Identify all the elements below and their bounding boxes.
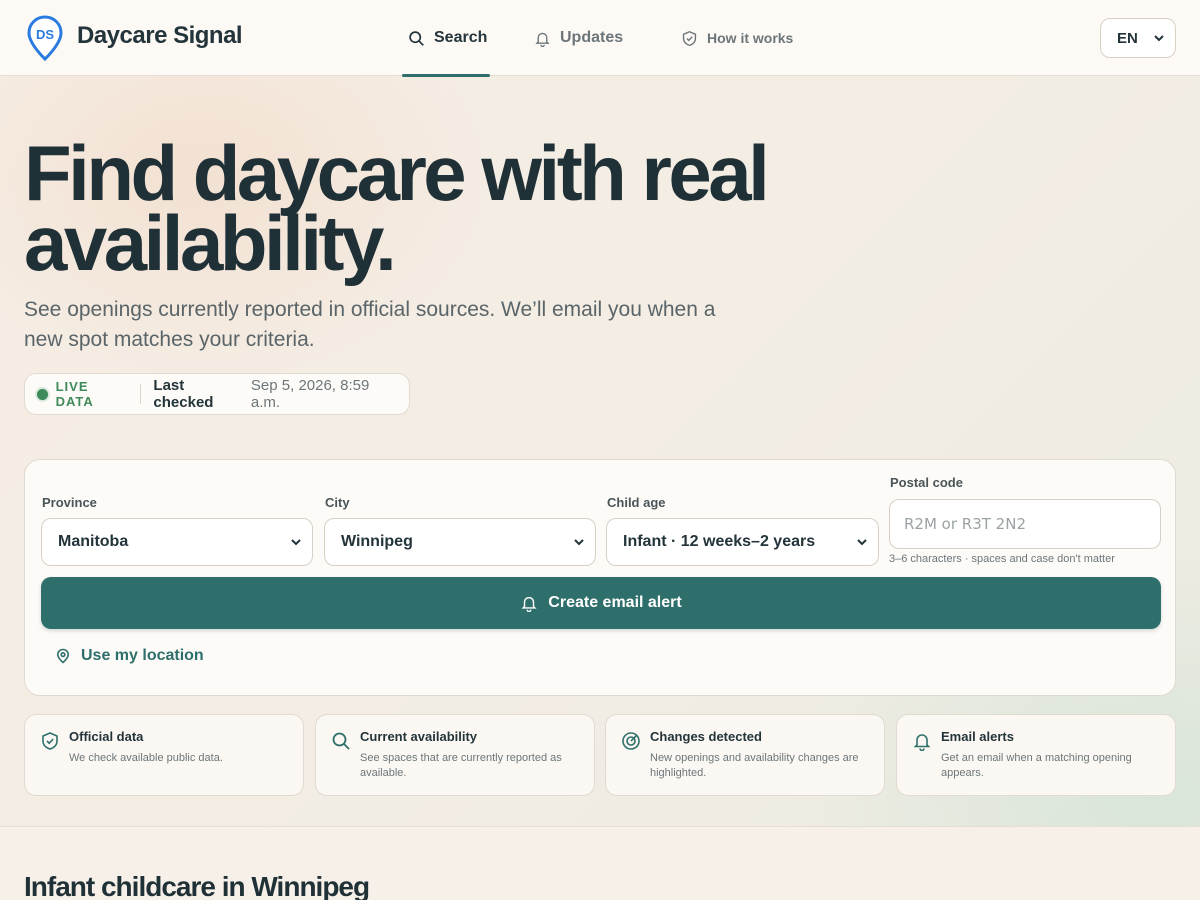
hero-subtitle: See openings currently reported in offic…: [24, 298, 716, 351]
bell-icon: [535, 32, 550, 47]
create-email-alert-button[interactable]: Create email alert: [41, 577, 1161, 629]
city-label: City: [325, 495, 350, 510]
city-value: Winnipeg: [341, 533, 413, 550]
feature-card-email-alerts: Email alerts Get an email when a matchin…: [896, 714, 1176, 796]
feature-card-current-availability: Current availability See spaces that are…: [315, 714, 595, 796]
results-title: Infant childcare in Winnipeg: [24, 871, 370, 900]
results-section: Infant childcare in Winnipeg: [0, 826, 1200, 900]
feature-title: Official data: [69, 729, 144, 744]
brand-name[interactable]: Daycare Signal: [77, 22, 243, 50]
nav-search-label: Search: [434, 29, 488, 46]
language-select[interactable]: EN: [1100, 18, 1176, 58]
hero-title: Find daycare with real availability.: [24, 134, 844, 282]
province-label: Province: [42, 495, 97, 510]
hero-title-line2: availability.: [24, 199, 397, 287]
search-icon: [409, 30, 424, 46]
language-value: EN: [1117, 29, 1138, 47]
location-pin-icon: [56, 648, 70, 664]
feature-desc: See spaces that are currently reported a…: [360, 752, 562, 779]
child-age-value: Infant · 12 weeks–2 years: [623, 533, 816, 550]
top-header: DS Daycare Signal Search Updates How it …: [0, 0, 1200, 77]
shield-check-icon: [42, 732, 58, 750]
chevron-down-icon: [574, 539, 584, 546]
feature-title: Current availability: [360, 729, 478, 744]
chevron-down-icon: [857, 539, 867, 546]
shield-check-icon: [682, 30, 697, 46]
live-status-badge: LIVE DATA Last checked Sep 5, 2026, 8:59…: [24, 373, 410, 415]
use-my-location-button[interactable]: Use my location: [55, 647, 204, 665]
province-value: Manitoba: [58, 533, 129, 550]
bell-icon: [521, 596, 537, 612]
province-select[interactable]: Manitoba: [41, 518, 313, 566]
postal-code-input[interactable]: [889, 499, 1161, 549]
nav-updates[interactable]: Updates: [534, 0, 623, 76]
last-checked-value: Sep 5, 2026, 8:59 a.m.: [250, 377, 370, 411]
bell-icon: [913, 734, 931, 751]
chevron-down-icon: [1154, 35, 1164, 42]
last-checked-label: Last checked: [153, 377, 214, 411]
nav-updates-label: Updates: [560, 29, 624, 46]
feature-desc: New openings and availability changes ar…: [650, 752, 859, 779]
status-divider: [140, 384, 142, 404]
live-data-label: LIVE DATA: [55, 379, 94, 409]
target-icon: [622, 732, 640, 750]
search-icon: [332, 732, 350, 750]
nav-how-label: How it works: [707, 30, 794, 46]
feature-desc: Get an email when a matching opening app…: [941, 752, 1132, 779]
nav-how-it-works[interactable]: How it works: [681, 0, 793, 76]
postal-code-hint: 3–6 characters · spaces and case don't m…: [889, 553, 1115, 565]
search-card: Province Manitoba City Winnipeg Child ag…: [24, 459, 1176, 696]
child-age-select[interactable]: Infant · 12 weeks–2 years: [606, 518, 879, 566]
city-select[interactable]: Winnipeg: [324, 518, 596, 566]
logo-pin-icon[interactable]: DS: [27, 15, 63, 61]
feature-card-changes-detected: Changes detected New openings and availa…: [605, 714, 885, 796]
logo-text: DS: [36, 27, 54, 42]
create-email-alert-label: Create email alert: [548, 594, 682, 611]
child-age-label: Child age: [607, 495, 666, 510]
feature-title: Changes detected: [650, 729, 762, 744]
feature-card-official-data: Official data We check available public …: [24, 714, 304, 796]
chevron-down-icon: [291, 539, 301, 546]
postal-code-label: Postal code: [890, 475, 963, 490]
feature-desc: We check available public data.: [69, 752, 223, 764]
use-my-location-label: Use my location: [81, 647, 204, 664]
live-dot-icon: [37, 388, 48, 400]
feature-title: Email alerts: [941, 729, 1014, 744]
nav-search[interactable]: Search: [402, 0, 490, 77]
